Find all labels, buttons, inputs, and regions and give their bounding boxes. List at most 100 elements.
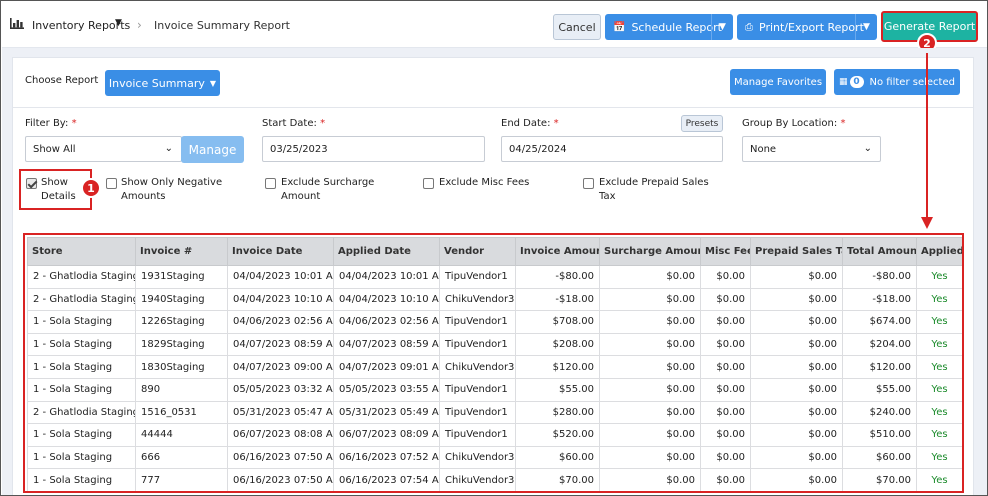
report-select-button[interactable]: Invoice Summary ▼ <box>105 70 220 96</box>
show-details-line1: Show <box>41 177 68 188</box>
table-cell: 04/07/2023 08:59 AM <box>227 332 334 357</box>
chevron-down-icon: ⌄ <box>863 143 872 154</box>
table-cell: TipuVendor1 <box>439 423 516 447</box>
table-cell: Yes <box>916 468 962 491</box>
exclude-surcharge-checkbox[interactable] <box>265 178 276 189</box>
table-cell: $120.00 <box>842 355 917 379</box>
table-cell: TipuVendor1 <box>439 377 516 402</box>
column-header-misc-fee[interactable]: Misc Fee <box>700 237 751 266</box>
column-header-vendor[interactable]: Vendor <box>439 237 516 266</box>
filter-status-label: No filter selected <box>869 76 955 88</box>
table-cell: 1931Staging <box>135 265 228 289</box>
exclude-misc-checkbox[interactable] <box>423 178 434 189</box>
table-cell: 44444 <box>135 423 228 447</box>
filter-by-label: Filter By: * <box>25 118 77 129</box>
table-cell: Yes <box>916 310 962 334</box>
table-cell: $708.00 <box>515 310 600 334</box>
report-select-value: Invoice Summary <box>108 76 205 90</box>
table-cell: ChikuVendor3 <box>439 287 516 312</box>
table-cell: $0.00 <box>750 310 843 334</box>
end-date-input[interactable]: 04/25/2024 <box>501 136 723 162</box>
table-row[interactable]: 2 - Ghatlodia Staging 1931Staging 04/04/20… <box>27 265 962 289</box>
column-header-invoice-amount[interactable]: Invoice Amount <box>515 237 600 266</box>
report-table: Store Invoice # Invoice Date Applied Dat… <box>27 237 962 491</box>
schedule-report-button[interactable]: 📅 Schedule Report ▼ <box>605 14 733 40</box>
table-row[interactable]: 1 - Sola Staging 1226Staging 04/06/2023 02… <box>27 310 962 334</box>
table-cell: 06/16/2023 07:54 AM <box>333 468 440 491</box>
table-row[interactable]: 2 - Ghatlodia Staging 1940Staging 04/04/20… <box>27 287 962 312</box>
filter-by-value: Show All <box>33 143 76 155</box>
table-row[interactable]: 1 - Sola Staging 890 05/05/2023 03:32 AM 05… <box>27 377 962 402</box>
table-cell: $0.00 <box>750 377 843 402</box>
filter-by-select[interactable]: Show All ⌄ <box>25 136 182 162</box>
table-cell: $0.00 <box>700 445 751 470</box>
end-date-label: End Date: * <box>501 118 559 129</box>
table-cell: Yes <box>916 423 962 447</box>
column-header-applied[interactable]: Applied <box>916 237 962 266</box>
table-cell: $70.00 <box>515 468 600 491</box>
show-details-checkbox[interactable] <box>26 178 37 189</box>
table-cell: 04/04/2023 10:01 AM <box>333 265 440 289</box>
table-cell: ChikuVendor3 <box>439 355 516 379</box>
table-cell: $0.00 <box>750 400 843 425</box>
table-row[interactable]: 2 - Ghatlodia Staging 1516_0531 05/31/2023… <box>27 400 962 425</box>
print-export-button[interactable]: ⎙ Print/Export Report ▼ <box>737 14 877 40</box>
column-header-store[interactable]: Store <box>27 237 136 266</box>
table-cell: $0.00 <box>599 423 701 447</box>
exclude-surcharge-label: Exclude Surcharge Amount <box>281 176 374 204</box>
negative-amounts-label: Show Only Negative Amounts <box>121 176 222 204</box>
table-cell: $0.00 <box>700 377 751 402</box>
column-header-prepaid-sales-tax[interactable]: Prepaid Sales Tax <box>750 237 843 266</box>
table-row[interactable]: 1 - Sola Staging 1830Staging 04/07/2023 09… <box>27 355 962 379</box>
chevron-down-icon[interactable]: ▼ <box>855 14 877 40</box>
table-row[interactable]: 1 - Sola Staging 44444 06/07/2023 08:08 AM… <box>27 423 962 447</box>
filter-status-button[interactable]: ▦ 0 No filter selected <box>834 69 960 95</box>
table-cell: $208.00 <box>515 332 600 357</box>
table-cell: $0.00 <box>599 355 701 379</box>
table-cell: $0.00 <box>750 355 843 379</box>
table-row[interactable]: 1 - Sola Staging 1829Staging 04/07/2023 08… <box>27 332 962 357</box>
start-date-input[interactable]: 03/25/2023 <box>262 136 485 162</box>
table-header-row: Store Invoice # Invoice Date Applied Dat… <box>27 237 962 266</box>
table-cell: $0.00 <box>750 445 843 470</box>
manage-favorites-button[interactable]: Manage Favorites <box>730 69 826 95</box>
table-cell: 06/07/2023 08:08 AM <box>227 423 334 447</box>
breadcrumb-page: Invoice Summary Report <box>154 19 290 32</box>
table-cell: $0.00 <box>750 287 843 312</box>
column-header-invoice-number[interactable]: Invoice # <box>135 237 228 266</box>
choose-report-label: Choose Report <box>25 75 99 86</box>
column-header-applied-date[interactable]: Applied Date <box>333 237 440 266</box>
table-cell: $0.00 <box>599 332 701 357</box>
table-cell: 777 <box>135 468 228 491</box>
negative-amounts-line1: Show Only Negative <box>121 177 223 188</box>
table-row[interactable]: 1 - Sola Staging 777 06/16/2023 07:50 AM 06… <box>27 468 962 491</box>
callout-badge-1: 1 <box>81 178 101 198</box>
show-details-line2: Details <box>41 191 76 202</box>
table-cell: $0.00 <box>750 423 843 447</box>
table-cell: $55.00 <box>842 377 917 402</box>
column-header-surcharge-amount[interactable]: Surcharge Amount <box>599 237 701 266</box>
table-cell: $0.00 <box>750 468 843 491</box>
table-body: 2 - Ghatlodia Staging 1931Staging 04/04/20… <box>27 265 962 491</box>
chevron-down-icon[interactable]: ▼ <box>115 18 122 28</box>
cancel-button[interactable]: Cancel <box>553 14 601 40</box>
table-cell: $0.00 <box>750 265 843 289</box>
table-cell: Yes <box>916 265 962 289</box>
table-cell: $0.00 <box>700 355 751 379</box>
presets-button[interactable]: Presets <box>681 115 723 132</box>
app-frame: Inventory Reports ▼ › Invoice Summary Re… <box>0 0 988 496</box>
exclude-prepaid-checkbox[interactable] <box>583 178 594 189</box>
table-row[interactable]: 1 - Sola Staging 666 06/16/2023 07:50 AM 06… <box>27 445 962 470</box>
exclude-misc-label: Exclude Misc Fees <box>439 177 530 188</box>
required-mark: * <box>320 118 326 129</box>
negative-amounts-checkbox[interactable] <box>106 178 117 189</box>
table-cell: $280.00 <box>515 400 600 425</box>
table-cell: 04/04/2023 10:10 AM <box>227 287 334 312</box>
table-cell: 1 - Sola Staging <box>27 377 136 402</box>
chevron-down-icon[interactable]: ▼ <box>711 14 733 40</box>
manage-button[interactable]: Manage <box>181 136 244 163</box>
column-header-invoice-date[interactable]: Invoice Date <box>227 237 334 266</box>
column-header-total-amount[interactable]: Total Amount <box>842 237 917 266</box>
required-mark: * <box>71 118 77 129</box>
group-by-select[interactable]: None ⌄ <box>742 136 881 162</box>
